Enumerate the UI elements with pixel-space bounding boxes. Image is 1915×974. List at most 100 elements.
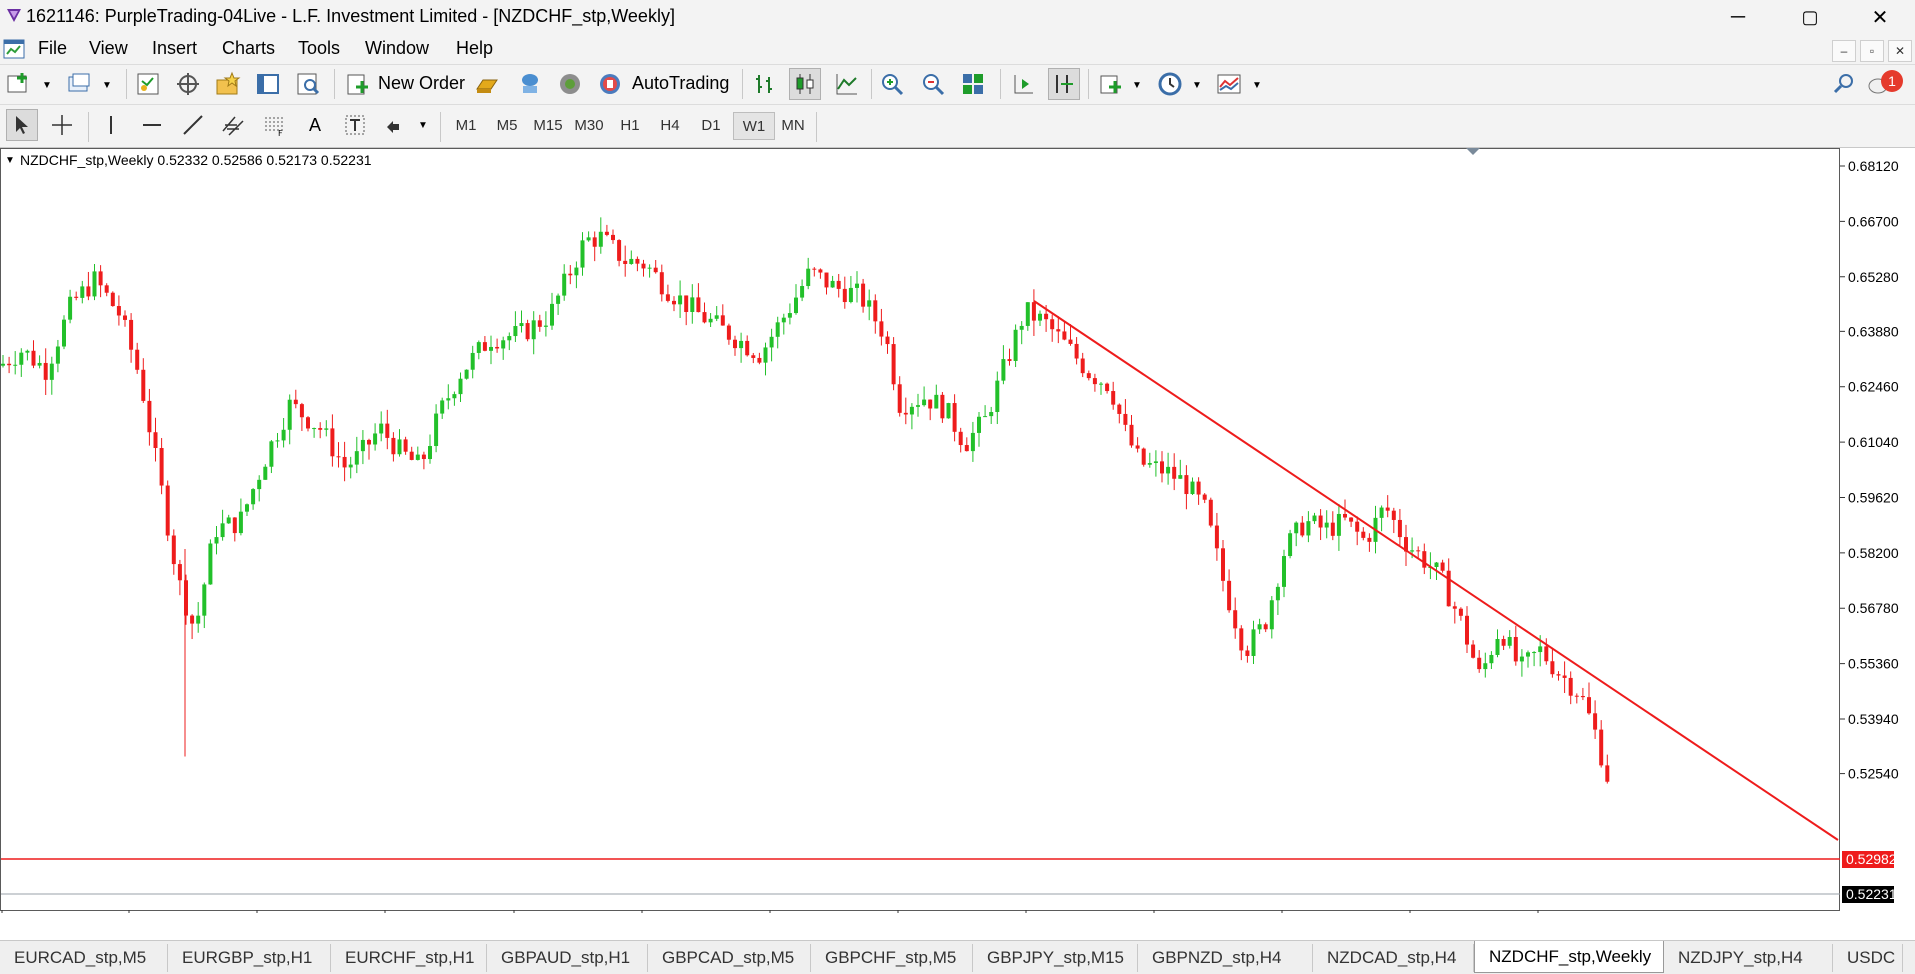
mdi-minimize-button[interactable]: –: [1832, 40, 1856, 62]
bar-chart-icon[interactable]: [749, 69, 779, 99]
new-chart-dropdown-icon[interactable]: ▼: [42, 80, 52, 91]
notification-badge[interactable]: 1: [1881, 70, 1903, 92]
timeframe-mn[interactable]: MN: [773, 112, 813, 138]
candle-body: [1068, 339, 1073, 344]
new-order-icon[interactable]: [343, 69, 373, 99]
chart-tab[interactable]: GBPAUD_stp,H1: [487, 944, 648, 972]
candle-body: [568, 273, 573, 276]
profiles-dropdown-icon[interactable]: ▼: [102, 80, 112, 91]
menu-tools[interactable]: Tools: [298, 38, 340, 59]
new-chart-icon[interactable]: [4, 69, 34, 99]
timeframe-h1[interactable]: H1: [610, 112, 650, 138]
candle-body: [519, 323, 524, 327]
menu-view[interactable]: View: [89, 38, 128, 59]
chart-shift-marker[interactable]: [1466, 148, 1480, 155]
text-label-icon[interactable]: [340, 110, 370, 140]
signals-icon[interactable]: [515, 69, 545, 99]
timeframe-m15[interactable]: M15: [528, 112, 568, 138]
chart-tab[interactable]: NZDCHF_stp,Weekly: [1474, 941, 1664, 973]
indicators-icon[interactable]: [1096, 69, 1126, 99]
maximize-button[interactable]: ▢: [1782, 0, 1838, 34]
candle-body: [556, 295, 561, 304]
auto-trading-button[interactable]: AutoTrading: [632, 73, 729, 94]
new-order-button[interactable]: New Order: [378, 73, 465, 94]
indicators-dropdown-icon[interactable]: ▼: [1132, 80, 1142, 91]
candle-body: [800, 286, 805, 298]
auto-trading-icon[interactable]: [595, 69, 625, 99]
equidistant-channel-icon[interactable]: [218, 110, 248, 140]
gold-bar-icon[interactable]: [472, 69, 502, 99]
auto-scroll-icon[interactable]: [1048, 68, 1080, 100]
candle-body: [1208, 499, 1213, 526]
profiles-icon[interactable]: [64, 69, 94, 99]
chart-tab[interactable]: GBPCAD_stp,M5: [648, 944, 811, 972]
candlestick-chart-icon[interactable]: [789, 68, 821, 100]
candle-body: [1410, 550, 1415, 552]
menu-help[interactable]: Help: [456, 38, 493, 59]
arrows-dropdown-icon[interactable]: ▼: [418, 120, 428, 131]
zoom-out-icon[interactable]: [918, 69, 948, 99]
candle-body: [830, 280, 835, 288]
timeframe-m30[interactable]: M30: [569, 112, 609, 138]
close-button[interactable]: ✕: [1852, 0, 1908, 34]
chart-tab[interactable]: EURCAD_stp,M5: [0, 944, 168, 972]
timeframe-w1[interactable]: W1: [733, 112, 775, 140]
candle-body: [1245, 650, 1250, 656]
timeframe-m1[interactable]: M1: [446, 112, 486, 138]
favorites-icon[interactable]: [213, 69, 243, 99]
candle-body: [1391, 510, 1396, 520]
crosshair-icon[interactable]: [47, 110, 77, 140]
candle-body: [452, 394, 457, 399]
terminal-icon[interactable]: [253, 69, 283, 99]
candle-body: [1318, 515, 1323, 528]
chart-tab[interactable]: GBPNZD_stp,H4: [1138, 944, 1313, 972]
candle-body: [1214, 525, 1219, 549]
horizontal-line-icon[interactable]: [137, 110, 167, 140]
timeframe-m5[interactable]: M5: [487, 112, 527, 138]
market-watch-icon[interactable]: [133, 69, 163, 99]
chart-tab[interactable]: NZDCAD_stp,H4: [1313, 944, 1474, 972]
chart-menu-triangle-icon[interactable]: ▼: [5, 155, 15, 166]
candle-body: [1013, 329, 1018, 361]
candle-body: [824, 272, 829, 288]
fibonacci-retracement-icon[interactable]: F: [259, 110, 289, 140]
strategy-tester-icon[interactable]: [293, 69, 323, 99]
market-icon[interactable]: [555, 69, 585, 99]
templates-icon[interactable]: [1214, 69, 1244, 99]
chart-tab[interactable]: EURCHF_stp,H1: [331, 944, 487, 972]
timeframe-h4[interactable]: H4: [650, 112, 690, 138]
templates-dropdown-icon[interactable]: ▼: [1252, 80, 1262, 91]
mdi-close-button[interactable]: ✕: [1888, 40, 1912, 62]
minimize-button[interactable]: ─: [1710, 0, 1766, 34]
search-icon[interactable]: [1829, 69, 1859, 99]
candle-body: [696, 297, 701, 313]
trendline-icon[interactable]: [178, 110, 208, 140]
timeframe-d1[interactable]: D1: [691, 112, 731, 138]
chart-tab[interactable]: USDC: [1833, 944, 1903, 972]
chart-tab[interactable]: GBPCHF_stp,M5: [811, 944, 973, 972]
text-icon[interactable]: A: [300, 110, 330, 140]
tile-windows-icon[interactable]: [958, 69, 988, 99]
periods-dropdown-icon[interactable]: ▼: [1192, 80, 1202, 91]
candle-body: [586, 237, 591, 241]
cursor-icon[interactable]: [6, 109, 38, 141]
menu-window[interactable]: Window: [365, 38, 429, 59]
chart-shift-icon[interactable]: [1008, 69, 1038, 99]
crosshair-navigator-icon[interactable]: [173, 69, 203, 99]
menu-charts[interactable]: Charts: [222, 38, 275, 59]
candle-body: [1355, 521, 1360, 532]
chart-tab[interactable]: EURGBP_stp,H1: [168, 944, 331, 972]
menu-file[interactable]: File: [38, 38, 67, 59]
chart-tab[interactable]: GBPJPY_stp,M15: [973, 944, 1138, 972]
arrows-icon[interactable]: [380, 110, 410, 140]
mdi-restore-button[interactable]: ▫: [1860, 40, 1884, 62]
zoom-in-icon[interactable]: [877, 69, 907, 99]
chart-tab[interactable]: NZDJPY_stp,H4: [1664, 944, 1833, 972]
candle-body: [604, 231, 609, 235]
periods-clock-icon[interactable]: [1155, 69, 1185, 99]
downtrend-line[interactable]: [1033, 300, 1839, 841]
menu-insert[interactable]: Insert: [152, 38, 197, 59]
line-chart-icon[interactable]: [831, 69, 861, 99]
price-chart[interactable]: 0.68120 0.66700 0.65280 0.63880 0.62460 0.610…: [0, 148, 1915, 913]
vertical-line-icon[interactable]: [96, 110, 126, 140]
